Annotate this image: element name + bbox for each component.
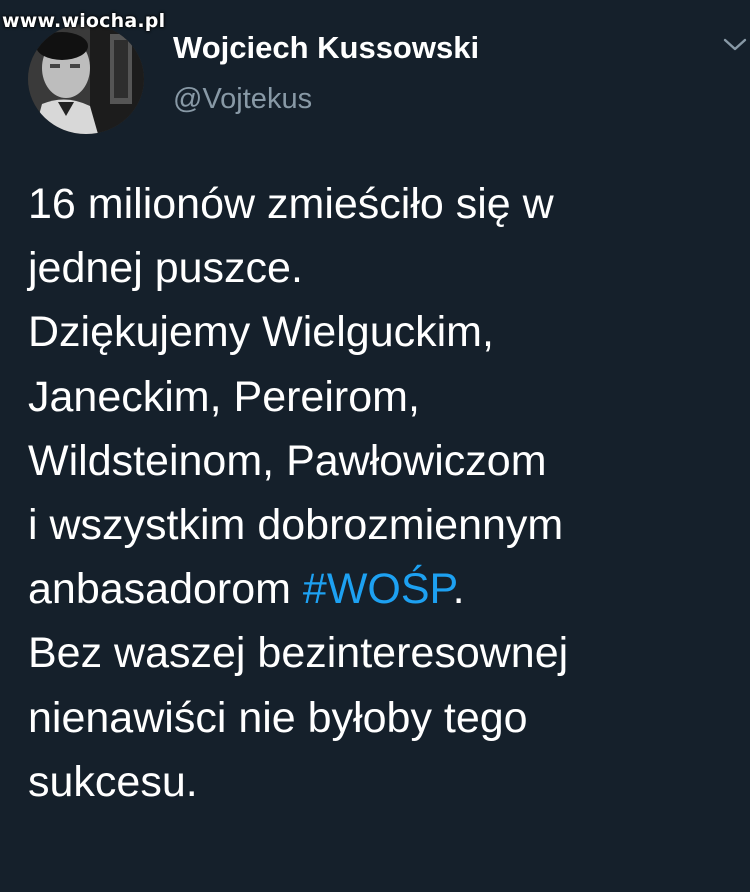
tweet-line: Wildsteinom, Pawłowiczom (28, 436, 547, 485)
tweet-line: i wszystkim dobrozmiennym (28, 501, 564, 550)
hashtag-link[interactable]: #WOŚP (303, 565, 453, 613)
chevron-down-icon[interactable] (722, 36, 748, 54)
tweet-line-with-hashtag: anbasadorom #WOŚP. (28, 557, 743, 621)
author-handle[interactable]: @Vojtekus (173, 83, 312, 116)
avatar-photo (28, 24, 144, 134)
tweet-line: 16 milionów zmieściło się w (28, 180, 554, 228)
author-name[interactable]: Wojciech Kussowski (173, 30, 479, 66)
tweet-line: Bez waszej bezinteresownej (28, 629, 569, 678)
tweet-line: Janeckim, Pereirom, (28, 372, 420, 421)
tweet-text: 16 milionów zmieściło się w jednej puszc… (28, 172, 743, 814)
tweet-line-text: anbasadorom (28, 565, 303, 614)
tweet-line: sukcesu. (28, 757, 198, 806)
avatar[interactable] (28, 24, 144, 134)
tweet-line: jednej puszce. (28, 244, 303, 293)
tweet-line: Dziękujemy Wielguckim, (28, 308, 494, 357)
tweet-card: www.wiocha.pl Wojciech Kussowski @Vojtek… (0, 0, 750, 892)
site-watermark: www.wiocha.pl (2, 10, 166, 32)
tweet-line: nienawiści nie byłoby tego (28, 693, 528, 742)
tweet-line-suffix: . (452, 565, 465, 614)
